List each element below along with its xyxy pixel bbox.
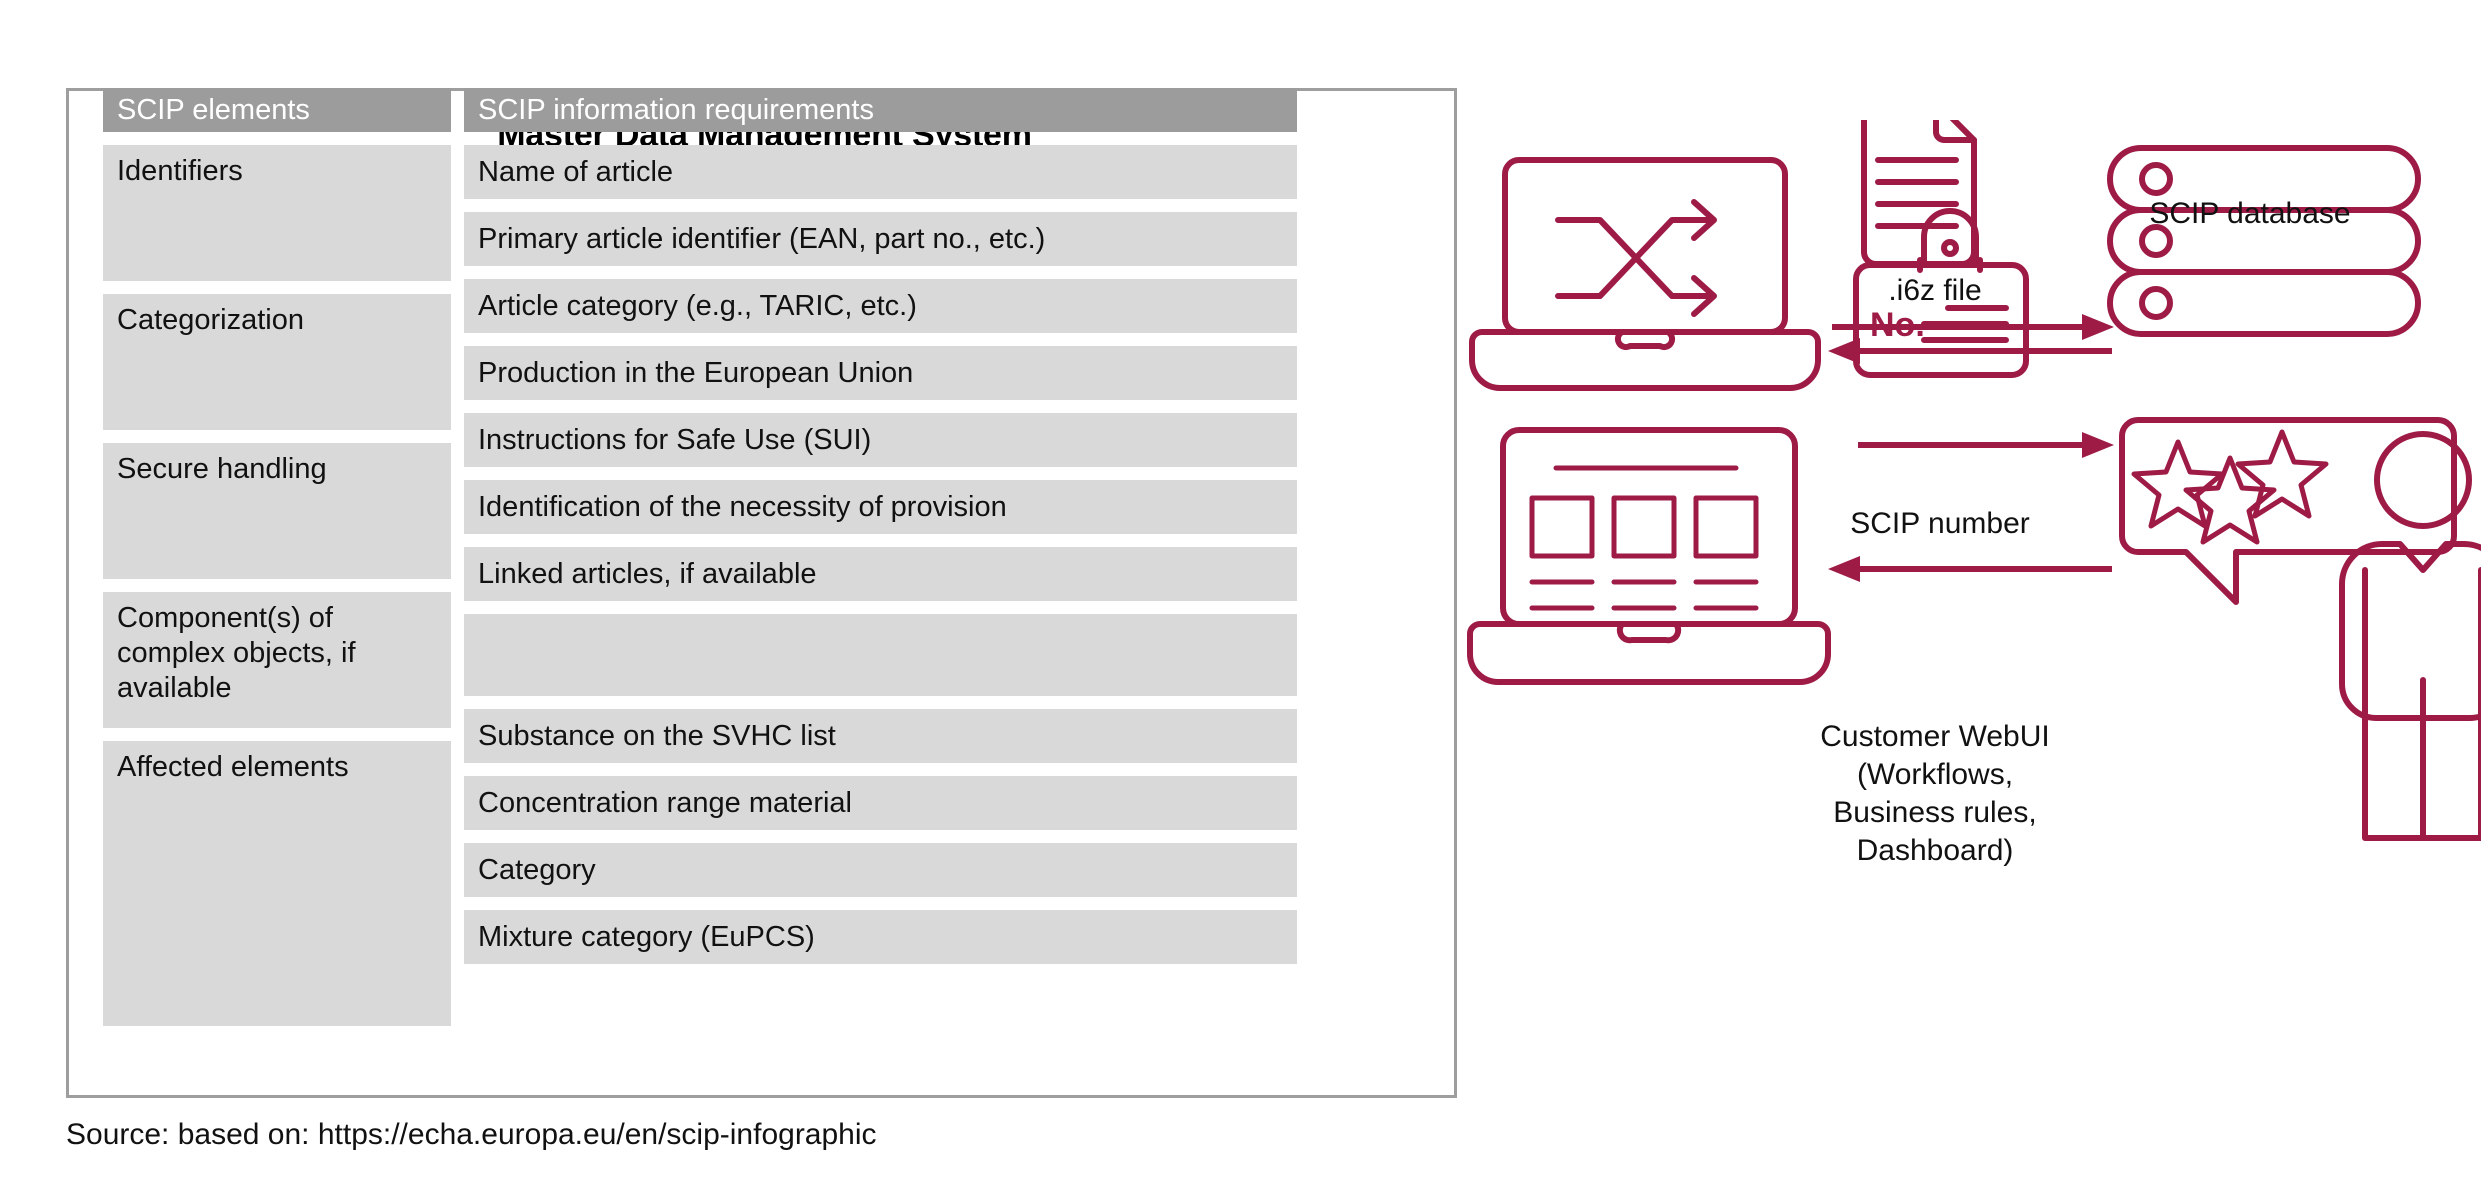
list-item: Name of article [464, 145, 1297, 199]
list-item: Article category (e.g., TARIC, etc.) [464, 279, 1297, 333]
scip-information-requirements-column: Name of article Primary article identifi… [464, 145, 1297, 1039]
list-item: Mixture category (EuPCS) [464, 910, 1297, 964]
scip-requirements-table: SCIP elements SCIP information requireme… [103, 88, 1297, 1039]
list-item: Category [464, 843, 1297, 897]
badge-number-label: No. [1870, 306, 1925, 344]
scip-number-label: SCIP number [1850, 507, 2030, 540]
laptop-dashboard-icon [1467, 427, 1831, 685]
database-label: SCIP database [2149, 197, 2351, 230]
table-body: Identifiers Categorization Secure handli… [103, 145, 1297, 1039]
table-row: Component(s) of complex objects, if avai… [103, 592, 451, 728]
column-header-scip-elements: SCIP elements [103, 88, 451, 132]
column-header-scip-information-requirements: SCIP information requirements [464, 88, 1297, 132]
scip-elements-column: Identifiers Categorization Secure handli… [103, 145, 451, 1039]
list-item: Primary article identifier (EAN, part no… [464, 212, 1297, 266]
document-file-icon [1861, 120, 1977, 267]
file-label: .i6z file [1888, 274, 1982, 307]
table-row: Identifiers [103, 145, 451, 281]
list-item: Production in the European Union [464, 346, 1297, 400]
database-stack-icon [2107, 145, 2421, 337]
list-item: Substance on the SVHC list [464, 709, 1297, 763]
source-caption: Source: based on: https://echa.europa.eu… [66, 1118, 877, 1151]
laptop-shuffle-icon [1469, 157, 1821, 391]
list-item: Concentration range material [464, 776, 1297, 830]
table-header-row: SCIP elements SCIP information requireme… [103, 88, 1297, 132]
table-row: Affected elements [103, 741, 451, 1026]
list-item: Identification of the necessity of provi… [464, 480, 1297, 534]
table-row-filler [464, 614, 1297, 696]
table-row: Secure handling [103, 443, 451, 579]
customer-rating-icon [2119, 417, 2481, 841]
customer-webui-label: Customer WebUI (Workflows, Business rule… [1820, 720, 2050, 867]
table-row: Categorization [103, 294, 451, 430]
list-item: Instructions for Safe Use (SUI) [464, 413, 1297, 467]
list-item: Linked articles, if available [464, 547, 1297, 601]
